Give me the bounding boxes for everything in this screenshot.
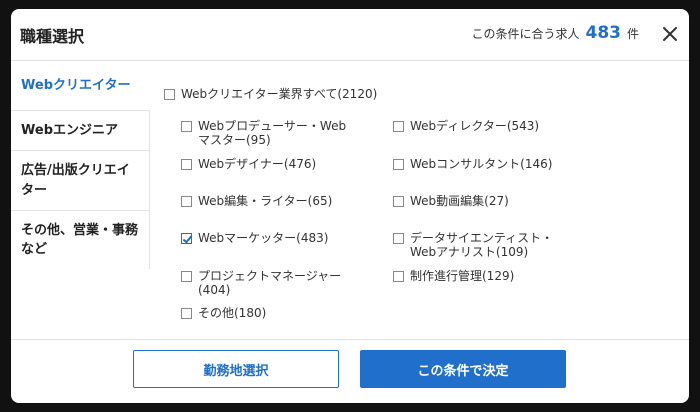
sidebar-item-label: 広告/出版クリエイター [21, 163, 130, 198]
checkbox-box[interactable] [181, 121, 192, 132]
checkbox-box[interactable] [164, 89, 175, 100]
checkbox-label: 制作進行管理(129) [410, 269, 515, 283]
checkbox-box[interactable] [181, 308, 192, 319]
checkbox-label: Web編集・ライター(65) [198, 194, 333, 208]
modal-footer: 勤務地選択 この条件で決定 [11, 339, 689, 403]
close-icon[interactable] [661, 25, 679, 43]
checkbox-box[interactable] [181, 159, 192, 170]
sidebar-item-label: Webエンジニア [21, 122, 118, 138]
checkbox-label: Webマーケッター(483) [198, 231, 329, 245]
checkbox-box[interactable] [393, 233, 404, 244]
checkbox-web-consultant[interactable]: Webコンサルタント(146) [393, 157, 553, 172]
job-count-value: 483 [585, 23, 621, 43]
sidebar-item-label: Webクリエイター [21, 77, 131, 93]
job-count-label: この条件に合う求人 [471, 27, 580, 41]
confirm-button[interactable]: この条件で決定 [360, 350, 566, 388]
checkbox-web-director[interactable]: Webディレクター(543) [393, 119, 540, 134]
checkbox-box-checked[interactable] [181, 233, 192, 244]
job-type-modal: 職種選択 この条件に合う求人 483 件 Webクリエイター Webエンジニア … [11, 9, 689, 403]
checkbox-label: Webプロデューサー・Webマスター(95) [198, 119, 347, 147]
sidebar-item-other-sales-admin[interactable]: その他、営業・事務など [11, 211, 150, 269]
sidebar-item-ad-publishing-creator[interactable]: 広告/出版クリエイター [11, 151, 150, 211]
checkbox-web-designer[interactable]: Webデザイナー(476) [181, 157, 317, 172]
checkbox-box[interactable] [393, 159, 404, 170]
checkbox-web-producer[interactable]: Webプロデューサー・Webマスター(95) [181, 119, 356, 148]
checkbox-label: Webコンサルタント(146) [410, 157, 553, 171]
sidebar-item-web-creator[interactable]: Webクリエイター [11, 61, 150, 111]
checkbox-web-editor-writer[interactable]: Web編集・ライター(65) [181, 194, 333, 209]
sidebar-item-web-engineer[interactable]: Webエンジニア [11, 111, 150, 151]
checkbox-all-web-creator[interactable]: Webクリエイター業界すべて(2120) [164, 87, 378, 102]
checkbox-web-marketer[interactable]: Webマーケッター(483) [181, 231, 329, 246]
checkbox-box[interactable] [393, 121, 404, 132]
modal-header: 職種選択 この条件に合う求人 483 件 [11, 9, 689, 61]
checkbox-label: データサイエンティスト・Webアナリスト(109) [410, 231, 554, 259]
checkbox-other[interactable]: その他(180) [181, 306, 267, 321]
checkbox-box[interactable] [181, 196, 192, 207]
checkbox-label: Webクリエイター業界すべて(2120) [181, 87, 378, 101]
checkbox-label: Webデザイナー(476) [198, 157, 317, 171]
sidebar-item-label: その他、営業・事務など [21, 222, 139, 258]
checkbox-label: Webディレクター(543) [410, 119, 540, 133]
work-location-button[interactable]: 勤務地選択 [133, 350, 339, 388]
checkbox-web-video-editor[interactable]: Web動画編集(27) [393, 194, 509, 209]
checkbox-box[interactable] [393, 271, 404, 282]
modal-title: 職種選択 [20, 27, 85, 46]
checkbox-box[interactable] [393, 196, 404, 207]
checkbox-production-manager[interactable]: 制作進行管理(129) [393, 269, 515, 284]
checkbox-label: プロジェクトマネージャー(404) [198, 269, 342, 297]
job-count-unit: 件 [626, 27, 639, 41]
checkbox-box[interactable] [181, 271, 192, 282]
checkbox-label: Web動画編集(27) [410, 194, 509, 208]
checkbox-data-scientist[interactable]: データサイエンティスト・Webアナリスト(109) [393, 231, 563, 260]
category-sidebar: Webクリエイター Webエンジニア 広告/出版クリエイター その他、営業・事務… [11, 61, 150, 269]
checkbox-label: その他(180) [198, 306, 267, 320]
job-count: この条件に合う求人 483 件 [471, 23, 639, 43]
checkbox-project-manager[interactable]: プロジェクトマネージャー(404) [181, 269, 356, 298]
